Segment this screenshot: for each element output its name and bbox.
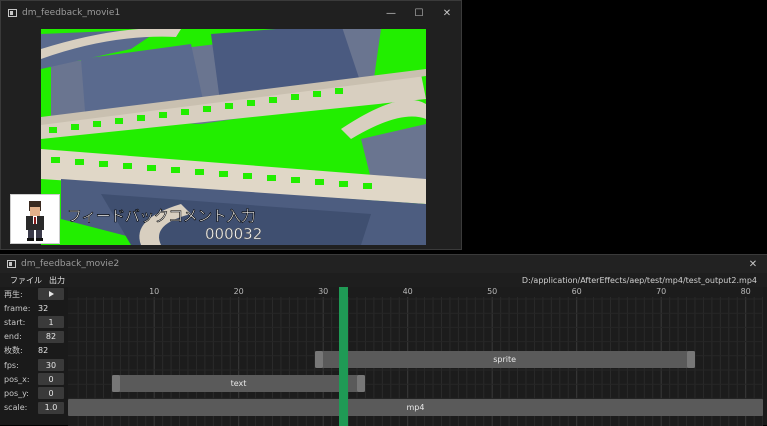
feedback-caption: フィードバックコメント入力 <box>67 207 256 226</box>
ruler-label: 40 <box>402 287 413 296</box>
param-label: frame: <box>4 303 31 313</box>
clip-handle-right[interactable] <box>356 375 365 392</box>
param-input[interactable]: 1.0 <box>38 401 64 414</box>
play-button[interactable] <box>38 288 64 300</box>
playhead[interactable] <box>339 287 349 426</box>
param-row: frame: 32 <box>4 301 48 315</box>
preview-window: dm_feedback_movie1 — ☐ ✕ フィードバックコメント入力 0… <box>0 0 462 250</box>
clip-text[interactable]: text <box>111 375 365 392</box>
character-sprite-icon <box>26 201 44 241</box>
param-row: pos_y: 0 <box>4 386 64 400</box>
param-input[interactable]: 30 <box>38 359 64 371</box>
parameter-panel: 再生: frame: 32 start: 1 end: 82 枚数: 82 fps: 30 pos_x… <box>4 287 66 426</box>
menu-bar: ファイル 出力 D:/application/AfterEffects/aep/… <box>0 273 767 287</box>
param-label: pos_x: <box>4 374 30 384</box>
param-label: fps: <box>4 360 19 370</box>
param-row: fps: 30 <box>4 358 64 372</box>
app-icon <box>7 260 16 268</box>
param-input[interactable]: 1 <box>38 316 64 329</box>
param-row: scale: 1.0 <box>4 401 64 415</box>
param-label: 再生: <box>4 289 23 299</box>
param-row: 枚数: 82 <box>4 344 48 358</box>
preview-titlebar[interactable]: dm_feedback_movie1 — ☐ ✕ <box>1 1 461 25</box>
clip-handle-left[interactable] <box>111 375 120 392</box>
frame-counter: 000032 <box>205 225 263 244</box>
param-input[interactable]: 82 <box>38 330 64 343</box>
play-icon <box>48 291 54 297</box>
timeline-titlebar[interactable]: dm_feedback_movie2 ✕ <box>0 255 767 273</box>
ruler-label: 70 <box>656 287 667 296</box>
timeline-window: dm_feedback_movie2 ✕ ファイル 出力 D:/applicat… <box>0 254 767 426</box>
clip-label: text <box>230 379 247 388</box>
ruler-label: 30 <box>318 287 329 296</box>
output-path: D:/application/AfterEffects/aep/test/mp4… <box>521 275 757 285</box>
param-input[interactable]: 0 <box>38 373 64 386</box>
param-label: end: <box>4 332 22 342</box>
param-value: 32 <box>38 303 49 313</box>
param-label: pos_y: <box>4 388 29 398</box>
param-row: start: 1 <box>4 315 64 329</box>
param-label: scale: <box>4 403 28 413</box>
app-icon <box>8 9 17 17</box>
clip-handle-left[interactable] <box>314 351 323 368</box>
menu-file[interactable]: ファイル <box>10 275 42 286</box>
close-icon[interactable]: ✕ <box>739 255 767 273</box>
ruler-label: 50 <box>487 287 498 296</box>
timeline[interactable]: 10 20 30 40 50 60 70 80 sprite text mp4 <box>68 287 763 426</box>
param-value: 82 <box>38 346 49 356</box>
close-icon[interactable]: ✕ <box>433 1 461 25</box>
param-input[interactable]: 0 <box>38 387 64 400</box>
ruler-label: 60 <box>571 287 582 296</box>
clip-mp4[interactable]: mp4 <box>68 399 763 416</box>
clip-label: sprite <box>493 355 517 364</box>
minimize-icon[interactable]: — <box>377 1 405 25</box>
maximize-icon[interactable]: ☐ <box>405 1 433 25</box>
menu-export[interactable]: 出力 <box>49 275 65 286</box>
avatar <box>10 194 60 244</box>
param-label: start: <box>4 317 26 327</box>
window-title: dm_feedback_movie1 <box>22 8 121 18</box>
ruler-label: 80 <box>740 287 751 296</box>
ruler-label: 20 <box>233 287 244 296</box>
param-label: 枚数: <box>4 346 23 356</box>
param-row: 再生: <box>4 287 64 301</box>
param-row: pos_x: 0 <box>4 372 64 386</box>
clip-label: mp4 <box>406 403 425 412</box>
clip-sprite[interactable]: sprite <box>314 351 695 368</box>
ruler-label: 10 <box>149 287 160 296</box>
param-row: end: 82 <box>4 330 64 344</box>
window-title: dm_feedback_movie2 <box>21 259 120 269</box>
clip-handle-right[interactable] <box>686 351 695 368</box>
